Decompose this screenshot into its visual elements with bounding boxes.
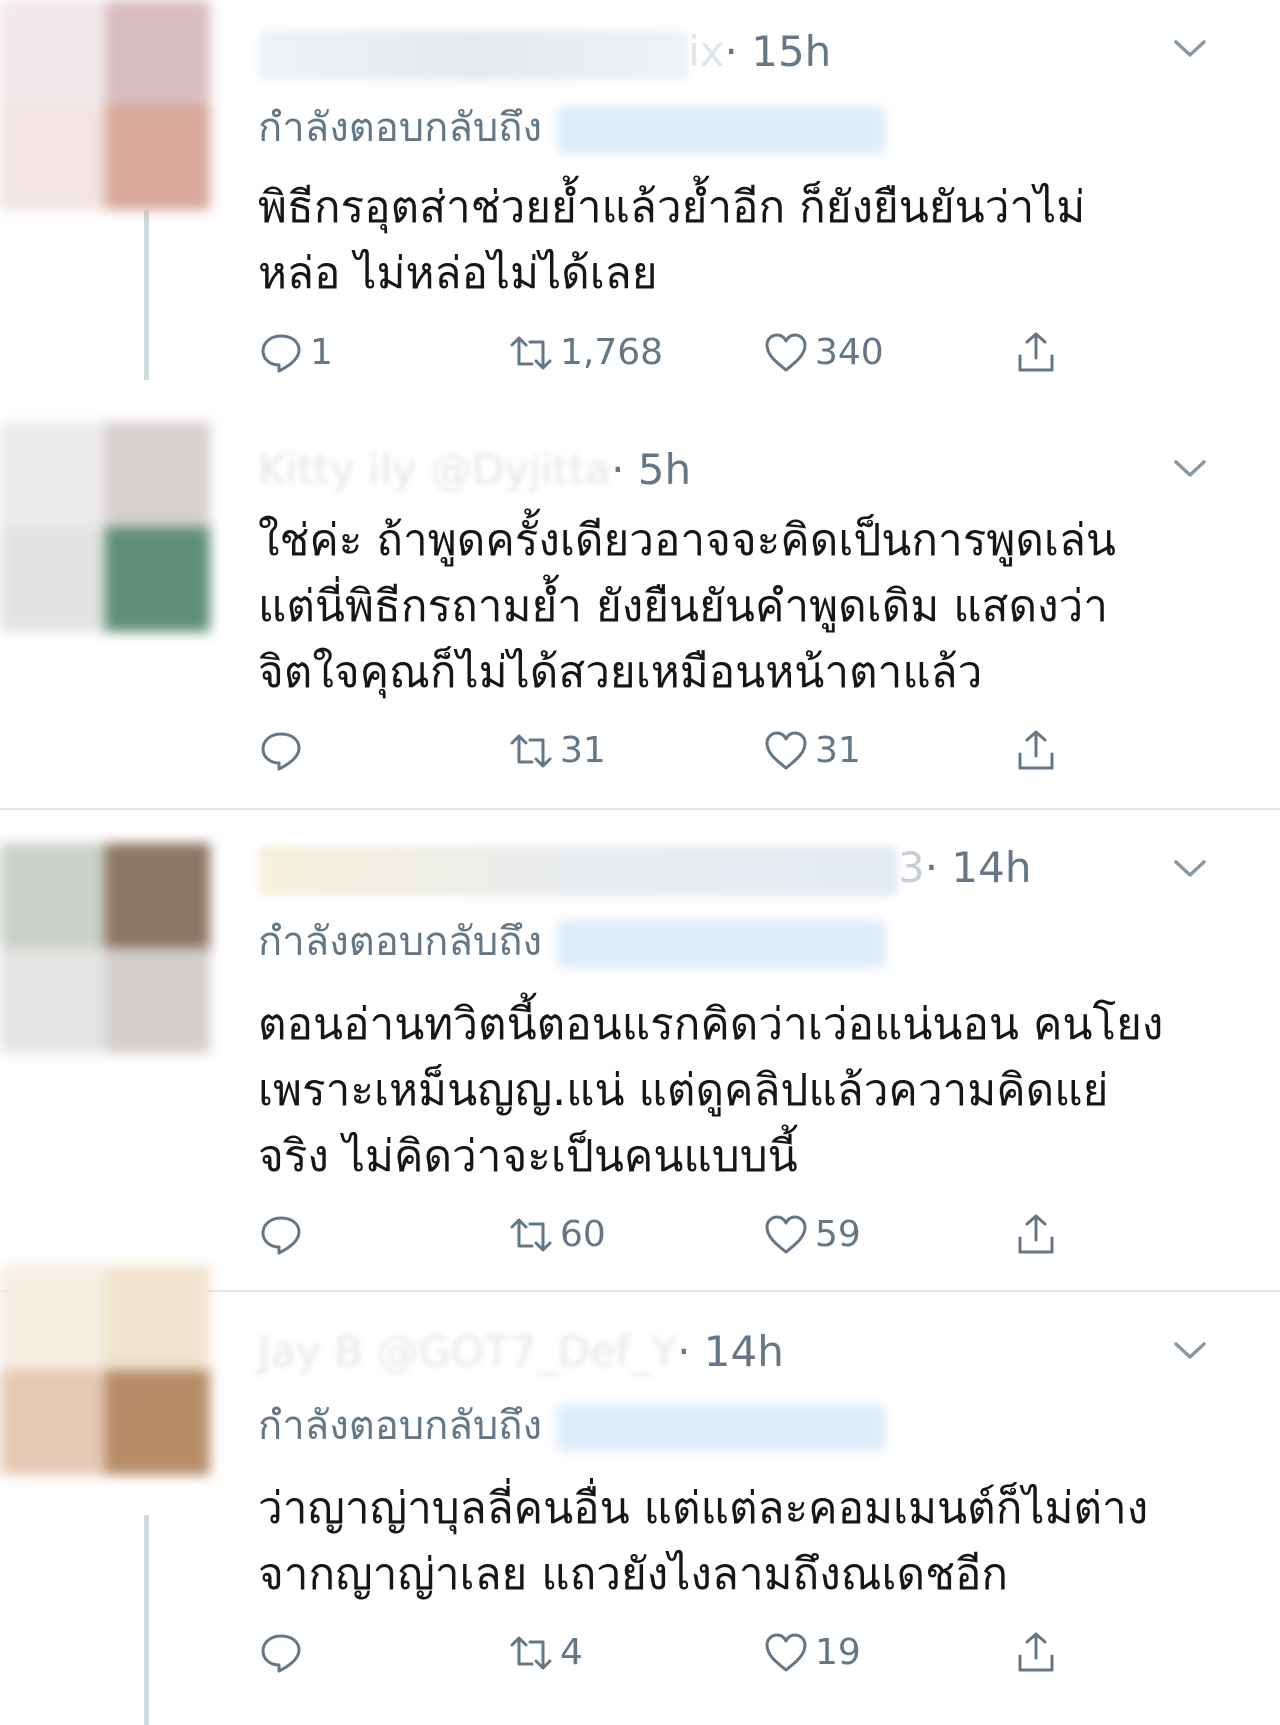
replying-to-handle-redacted[interactable] [555, 1404, 886, 1452]
tweet-text: ว่าญาญ่าบุลลี่คนอื่น แต่แต่ละคอมเมนต์ก็ไ… [258, 1476, 1218, 1608]
replying-to-label: กำลังตอบกลับถึง [258, 1403, 542, 1449]
heart-icon [765, 1633, 807, 1672]
like-button[interactable]: 19 [763, 1628, 861, 1678]
author-line: Jay B @GOT7_Def_Y· 14h [258, 1322, 1160, 1382]
timestamp[interactable]: · 14h [677, 1327, 784, 1376]
tweet[interactable]: Jay B @GOT7_Def_Y· 14h กำลังตอบกลับถึง ว… [0, 0, 1280, 1725]
author-name-visible[interactable]: Jay B @GOT7_Def_Y [258, 1327, 677, 1376]
share-button[interactable] [1013, 1628, 1059, 1678]
like-count: 19 [815, 1632, 861, 1673]
reply-bubble-icon [261, 1634, 301, 1673]
retweet-count: 4 [560, 1632, 583, 1673]
reply-button[interactable] [258, 1628, 310, 1678]
retweet-button[interactable]: 4 [508, 1628, 583, 1678]
tweet-text-line: ว่าญาญ่าบุลลี่คนอื่น แต่แต่ละคอมเมนต์ก็ไ… [258, 1483, 1149, 1534]
share-icon [1018, 1632, 1054, 1672]
tweet-actions: 4 19 [258, 1628, 1078, 1678]
replying-to: กำลังตอบกลับถึง [258, 1398, 886, 1454]
chevron-down-icon[interactable] [1170, 1330, 1210, 1370]
retweet-icon [510, 1636, 552, 1670]
tweet-text-line: จากญาญ่าเลย แถวยังไงลามถึงณเดชอีก [258, 1549, 1009, 1600]
avatar[interactable] [0, 1265, 210, 1475]
